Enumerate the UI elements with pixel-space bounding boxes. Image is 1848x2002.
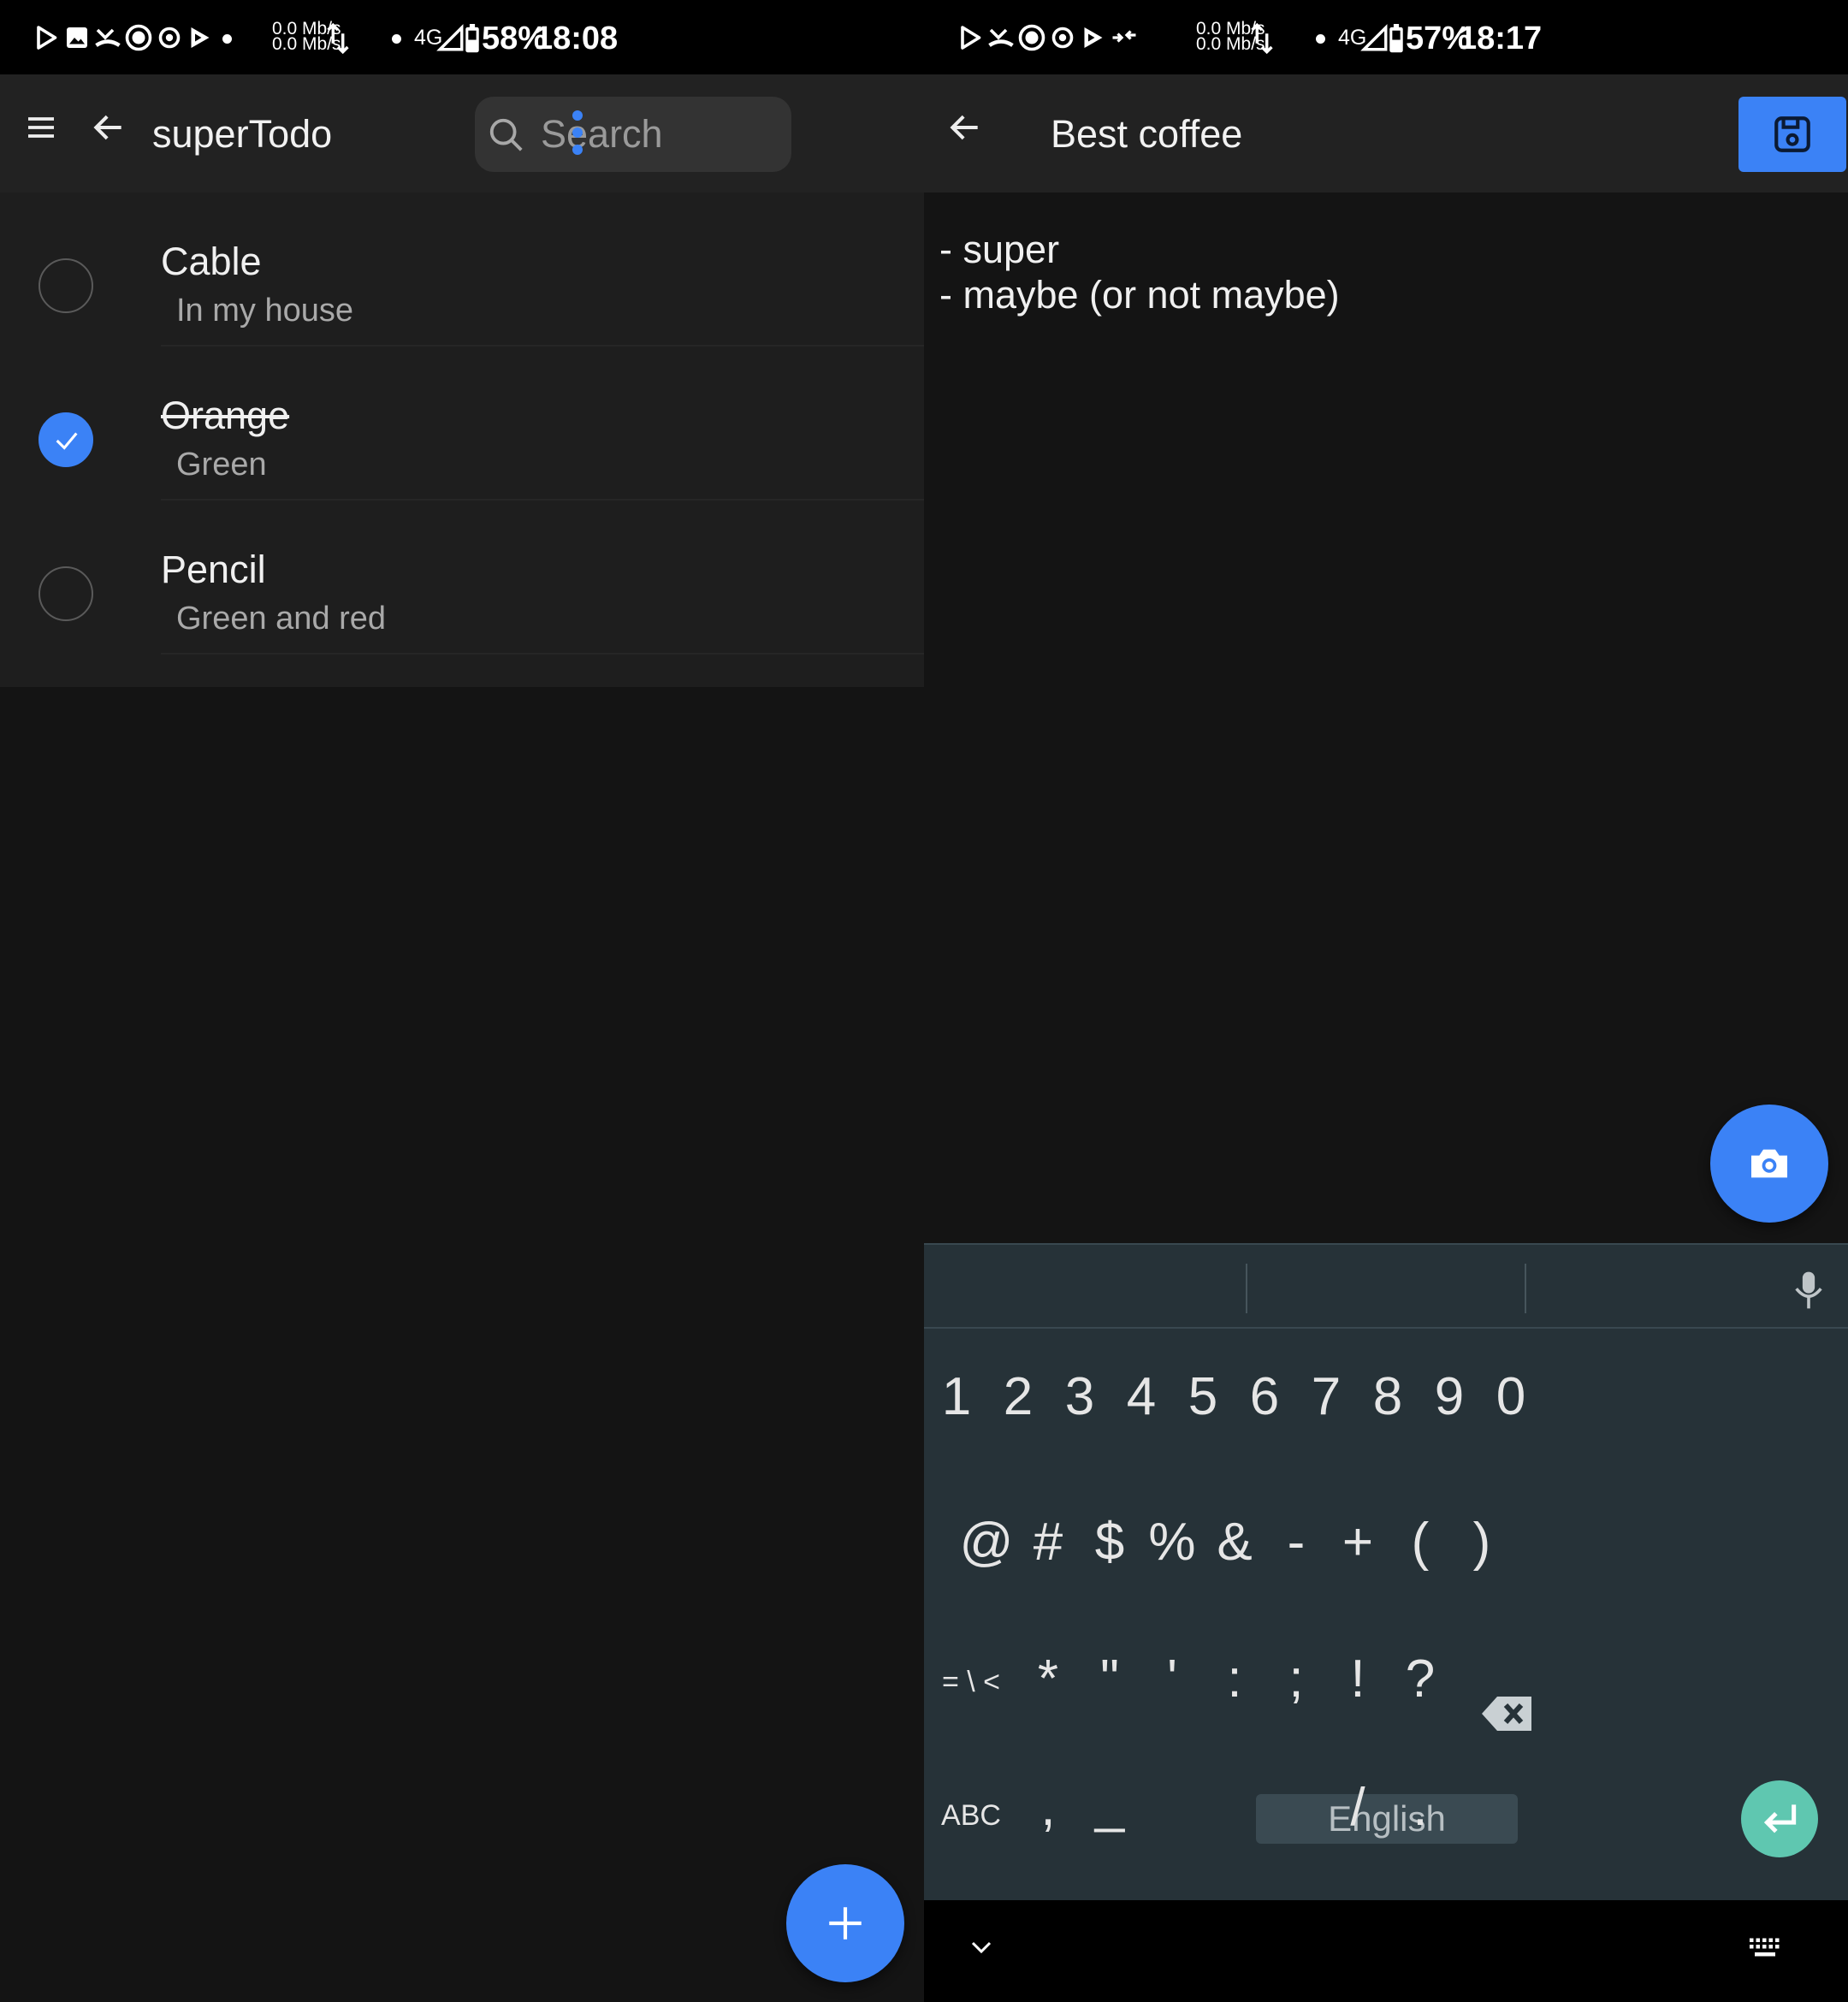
save-button[interactable] [1738,97,1846,172]
todo-item[interactable]: Pencil Green and red [0,500,924,654]
play-games-icon [1084,27,1103,48]
note-line: - super [939,228,1060,271]
play-store-icon [961,26,981,50]
todo-checkbox[interactable] [38,566,93,621]
missed-call-icon [95,28,121,47]
note-editor-screen: 0.0 Mb/s 0.0 Mb/s 4G 57% 18:17 Best coff… [924,0,1848,2002]
arrow-left-icon[interactable] [946,109,984,146]
app-bar: Best coffee [924,74,1848,192]
record-icon [1018,24,1045,51]
check-icon [56,432,78,450]
data-transfer-icon [1251,22,1273,55]
clock: 18:17 [1459,21,1543,56]
divider [1525,1264,1526,1313]
notification-dot [392,34,401,44]
enter-icon [1763,1804,1797,1833]
page-title: superTodo [152,112,333,156]
status-bar: 0.0 Mb/s 0.0 Mb/s 4G 57% 18:17 [924,0,1848,74]
battery-icon [1389,24,1403,53]
enter-key[interactable] [1741,1780,1818,1857]
hamburger-menu-icon[interactable] [24,110,58,145]
note-line: - maybe (or not maybe) [939,273,1340,317]
data-transfer-icon [327,22,349,55]
divider [161,653,924,654]
note-title[interactable]: Best coffee [1051,109,1242,160]
clock: 18:08 [535,21,619,56]
todo-subtitle: Green and red [176,601,387,637]
microphone-icon[interactable] [1790,1269,1827,1312]
suggestion-strip [924,1243,1848,1329]
play-games-icon [191,27,210,48]
battery-icon [465,24,479,53]
target-icon [158,27,181,49]
todo-title: Orange [161,394,290,437]
todo-item[interactable]: Orange Green [0,346,924,500]
todo-subtitle: In my house [176,293,353,329]
todo-title: Pencil [161,548,266,591]
sync-arrows-icon [1112,30,1136,43]
camera-icon [1751,1149,1787,1178]
save-icon [1774,116,1810,152]
notification-dot [1316,34,1325,44]
plus-icon [829,1907,862,1940]
todo-title: Cable [161,240,262,283]
todo-checkbox[interactable] [38,258,93,313]
more-vertical-icon[interactable] [565,107,590,158]
todo-item[interactable]: Cable In my house [0,192,924,346]
soft-keyboard: 1 2 3 4 5 6 7 8 9 0 @ # $ % & - + ( ) = … [924,1243,1848,1900]
app-bar: superTodo [0,74,924,192]
todo-list: Cable In my house Orange Green Pencil Gr… [0,192,924,687]
key-abc[interactable]: ABC [924,1799,1018,1833]
key-0[interactable]: 0 [1468,1366,1554,1427]
target-icon [1051,27,1074,49]
todo-list-screen: 0.0 Mb/s 0.0 Mb/s 4G 58% 18:08 superTodo… [0,0,924,2002]
record-icon [125,24,152,51]
key-period[interactable]: . [1377,1777,1463,1838]
missed-call-icon [988,28,1014,47]
key-close-paren[interactable]: ) [1439,1512,1525,1573]
keyboard-switch-icon[interactable] [1747,1934,1783,1960]
arrow-left-icon[interactable] [90,109,127,146]
key-more-symbols[interactable]: = \ < [924,1666,1018,1699]
todo-checkbox-checked[interactable] [38,412,93,467]
add-todo-button[interactable] [786,1864,904,1982]
search-box[interactable] [475,97,791,172]
signal-icon [436,24,464,51]
backspace-icon[interactable] [1480,1692,1535,1735]
key-underscore[interactable]: _ [1067,1774,1152,1834]
notification-dot [222,34,232,44]
signal-icon [1360,24,1388,51]
navigation-bar [924,1900,1848,2002]
search-icon [489,118,523,151]
chevron-down-icon[interactable] [968,1934,994,1960]
play-store-icon [37,26,57,50]
divider [1246,1264,1247,1313]
status-bar: 0.0 Mb/s 0.0 Mb/s 4G 58% 18:08 [0,0,924,74]
camera-button[interactable] [1710,1105,1828,1223]
todo-subtitle: Green [176,447,267,483]
key-question[interactable]: ? [1377,1649,1463,1709]
image-icon [67,27,87,48]
note-body-editor[interactable]: - super - maybe (or not maybe) [939,227,1829,317]
